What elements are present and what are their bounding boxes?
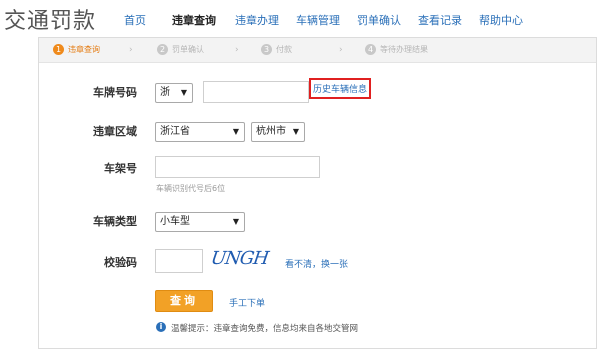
step-label: 付款 [276,45,292,54]
nav-help-center[interactable]: 帮助中心 [479,12,523,28]
chevron-down-icon: ▼ [292,127,299,136]
captcha-image[interactable]: UNGH [210,248,270,269]
frame-label: 车架号 [104,162,137,175]
step-label: 违章查询 [68,45,100,54]
chevron-down-icon: ▼ [232,127,239,136]
step-4: 4 等待办理结果 [365,44,428,55]
plate-number-input[interactable] [203,81,309,103]
main-nav: 首页 违章查询 违章办理 车辆管理 罚单确认 查看记录 帮助中心 [0,12,600,28]
chevron-down-icon: ▼ [180,88,187,97]
region-label: 违章区域 [93,125,137,138]
info-icon: i [156,322,166,332]
captcha-refresh-link[interactable]: 看不清，换一张 [285,257,348,270]
captcha-input[interactable] [155,249,203,273]
province-select[interactable]: 浙江省 ▼ [155,122,245,142]
captcha-label: 校验码 [104,256,137,269]
chevron-right-icon: › [235,45,239,55]
step-1: 1 违章查询 [53,44,100,55]
nav-violation-query[interactable]: 违章查询 [172,12,216,28]
vehicle-type-value: 小车型 [160,216,190,227]
step-3: 3 付款 [261,44,292,55]
vehicle-type-label: 车辆类型 [93,215,137,228]
tip-text: 温馨提示：违章查询免费，信息均来自各地交管网 [171,324,359,334]
step-number: 2 [157,44,168,55]
manual-order-link[interactable]: 手工下单 [229,296,265,309]
nav-violation-handle[interactable]: 违章办理 [235,12,279,28]
vehicle-type-select[interactable]: 小车型 ▼ [155,212,245,232]
step-number: 1 [53,44,64,55]
plate-prefix-select[interactable]: 浙 ▼ [155,83,193,103]
chevron-right-icon: › [129,45,133,55]
step-label: 等待办理结果 [380,45,428,54]
step-label: 罚单确认 [172,45,204,54]
plate-prefix-value: 浙 [160,87,170,98]
nav-vehicle-management[interactable]: 车辆管理 [296,12,340,28]
city-value: 杭州市 [256,126,286,137]
nav-view-records[interactable]: 查看记录 [418,12,462,28]
progress-steps: 1 违章查询 › 2 罚单确认 › 3 付款 › 4 等待办理结果 [39,38,596,63]
nav-home[interactable]: 首页 [124,12,146,28]
nav-ticket-confirm[interactable]: 罚单确认 [357,12,401,28]
frame-hint: 车辆识别代号后6位 [156,184,226,193]
step-2: 2 罚单确认 [157,44,204,55]
query-panel: 1 违章查询 › 2 罚单确认 › 3 付款 › 4 等待办理结果 车牌号码 浙 ▼ 历… [38,37,597,349]
history-vehicle-link[interactable]: 历史车辆信息 [309,78,372,99]
step-number: 3 [261,44,272,55]
frame-number-input[interactable] [155,156,320,178]
city-select[interactable]: 杭州市 ▼ [251,122,305,142]
chevron-right-icon: › [339,45,343,55]
chevron-down-icon: ▼ [232,217,239,226]
step-number: 4 [365,44,376,55]
top-bar: 交通罚款 首页 违章查询 违章办理 车辆管理 罚单确认 查看记录 帮助中心 [0,0,600,36]
province-value: 浙江省 [160,126,190,137]
plate-label: 车牌号码 [93,86,137,99]
query-button[interactable]: 查询 [155,290,213,312]
